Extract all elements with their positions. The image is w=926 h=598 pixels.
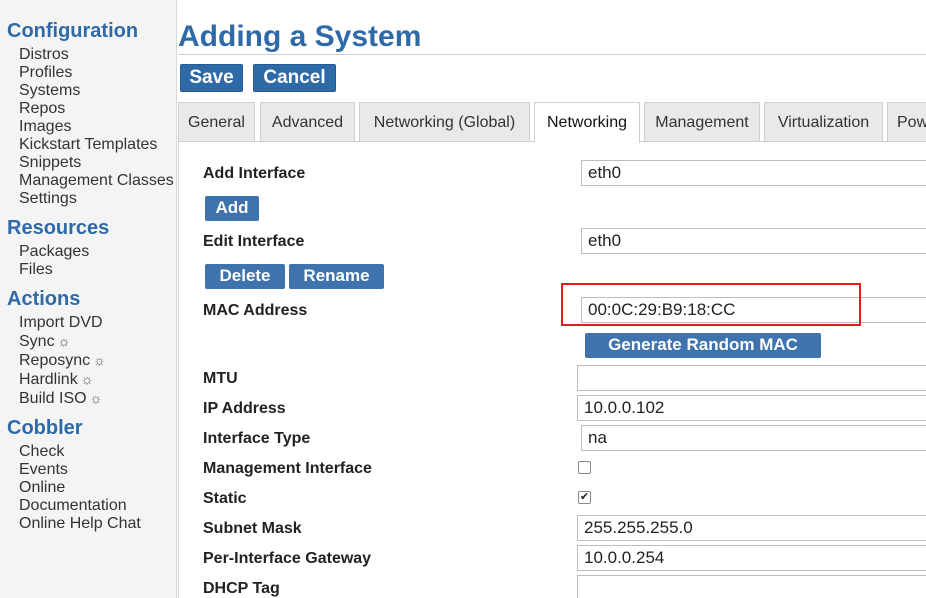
save-button[interactable]: Save [180, 64, 243, 92]
checkmark-icon: ✔ [579, 491, 590, 503]
subnet-mask-label: Subnet Mask [203, 520, 302, 537]
gear-icon: ☼ [89, 390, 103, 406]
tab-advanced[interactable]: Advanced [260, 102, 355, 142]
ip-address-input[interactable] [577, 395, 926, 421]
mtu-label: MTU [203, 370, 238, 387]
add-interface-input[interactable] [581, 160, 926, 186]
sidebar-item-kickstart-templates[interactable]: Kickstart Templates [19, 136, 176, 154]
gear-icon: ☼ [93, 352, 106, 368]
mtu-input[interactable] [577, 365, 926, 391]
sidebar-item-distros[interactable]: Distros [19, 46, 176, 64]
tab-general[interactable]: General [178, 102, 255, 142]
sidebar-item-import-dvd[interactable]: Import DVD [19, 314, 176, 332]
sidebar-item-online-documentation[interactable]: Online Documentation [19, 479, 149, 515]
gear-icon: ☼ [57, 333, 71, 349]
sidebar-item-profiles[interactable]: Profiles [19, 64, 176, 82]
static-checkbox[interactable]: ✔ [578, 491, 591, 504]
sidebar-heading-resources: Resources [7, 217, 110, 239]
gateway-input[interactable] [577, 545, 926, 571]
subnet-mask-input[interactable] [577, 515, 926, 541]
delete-interface-button[interactable]: Delete [205, 264, 285, 289]
title-divider [178, 54, 926, 55]
tab-panel-left-border [178, 141, 179, 598]
sidebar-item-online-help-chat[interactable]: Online Help Chat [19, 515, 176, 533]
tab-networking[interactable]: Networking [534, 102, 640, 143]
sidebar-item-snippets[interactable]: Snippets [19, 154, 176, 172]
management-interface-checkbox[interactable] [578, 461, 591, 474]
sidebar-item-check[interactable]: Check [19, 443, 176, 461]
sidebar-heading-actions: Actions [7, 288, 81, 310]
interface-type-select[interactable]: na [581, 425, 926, 451]
sidebar-heading-cobbler: Cobbler [7, 417, 83, 439]
sidebar-section-configuration: Configuration Distros Profiles Systems R… [0, 20, 176, 208]
edit-interface-select[interactable]: eth0 [581, 228, 926, 254]
sidebar-heading-configuration: Configuration [7, 20, 139, 42]
add-interface-button[interactable]: Add [205, 196, 259, 221]
gear-icon: ☼ [80, 371, 94, 387]
sidebar-item-hardlink[interactable]: Hardlink ☼ [19, 370, 176, 389]
dhcp-tag-label: DHCP Tag [203, 580, 280, 597]
static-label: Static [203, 490, 247, 507]
sidebar-item-reposync-label: Reposync [19, 352, 91, 369]
tab-virtualization[interactable]: Virtualization [764, 102, 883, 142]
generate-random-mac-button[interactable]: Generate Random MAC [585, 333, 821, 358]
sidebar-item-packages[interactable]: Packages [19, 243, 176, 261]
sidebar-item-hardlink-label: Hardlink [19, 371, 78, 388]
mac-address-label: MAC Address [203, 302, 308, 319]
sidebar-item-images[interactable]: Images [19, 118, 176, 136]
dhcp-tag-input[interactable] [577, 575, 926, 598]
sidebar-item-build-iso-label: Build ISO [19, 390, 87, 407]
tab-bar: General Advanced Networking (Global) Net… [178, 102, 926, 143]
page-title: Adding a System [178, 20, 422, 53]
sidebar-section-cobbler: Cobbler Check Events Online Documentatio… [0, 417, 176, 533]
rename-interface-button[interactable]: Rename [289, 264, 384, 289]
sidebar-item-repos[interactable]: Repos [19, 100, 176, 118]
gateway-label: Per-Interface Gateway [203, 550, 372, 567]
mac-address-highlight-box [561, 283, 861, 326]
sidebar-item-events[interactable]: Events [19, 461, 176, 479]
ip-address-label: IP Address [203, 400, 286, 417]
management-interface-label: Management Interface [203, 460, 372, 477]
sidebar-item-files[interactable]: Files [19, 261, 176, 279]
edit-interface-label: Edit Interface [203, 233, 305, 250]
cancel-button[interactable]: Cancel [253, 64, 336, 92]
sidebar-section-resources: Resources Packages Files [0, 217, 176, 279]
add-interface-label: Add Interface [203, 165, 306, 182]
sidebar-item-sync-label: Sync [19, 333, 55, 350]
tab-management[interactable]: Management [644, 102, 760, 142]
sidebar: Configuration Distros Profiles Systems R… [0, 0, 177, 598]
tab-networking-global[interactable]: Networking (Global) [359, 102, 530, 142]
sidebar-section-actions: Actions Import DVD Sync ☼ Reposync ☼ Hardl… [0, 288, 176, 408]
sidebar-item-sync[interactable]: Sync ☼ [19, 332, 176, 351]
sidebar-item-reposync[interactable]: Reposync ☼ [19, 351, 176, 370]
sidebar-item-build-iso[interactable]: Build ISO ☼ [19, 389, 176, 408]
interface-type-label: Interface Type [203, 430, 311, 447]
sidebar-item-settings[interactable]: Settings [19, 190, 176, 208]
sidebar-item-management-classes[interactable]: Management Classes [19, 172, 176, 190]
sidebar-item-systems[interactable]: Systems [19, 82, 176, 100]
tab-power[interactable]: Pow [887, 102, 926, 142]
